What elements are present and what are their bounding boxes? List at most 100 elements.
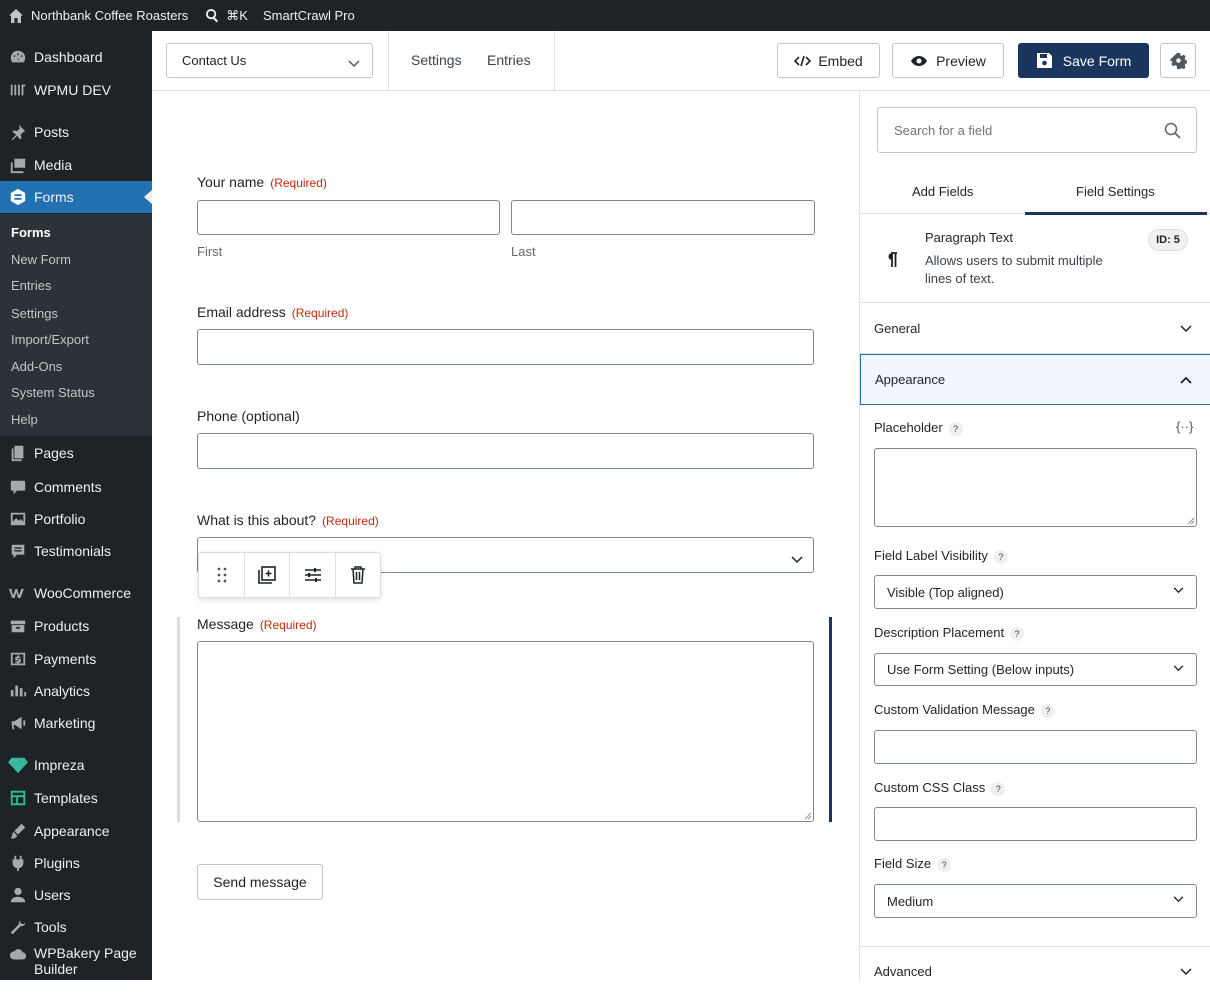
label-visibility-value: Visible (Top aligned): [887, 584, 1004, 600]
field-type-desc-line2: lines of text.: [925, 271, 995, 286]
first-name-input[interactable]: [197, 200, 500, 235]
send-message-label: Send message: [213, 874, 307, 890]
sidebar-item-templates[interactable]: Templates: [0, 782, 152, 814]
submenu-entries[interactable]: Entries: [11, 278, 51, 293]
sidebar-item-posts[interactable]: Posts: [0, 116, 152, 148]
search-icon[interactable]: [1164, 122, 1181, 139]
help-icon[interactable]: ?: [1010, 626, 1025, 641]
command-search[interactable]: ⌘K: [195, 0, 255, 31]
settings-gear-button[interactable]: [1160, 43, 1196, 78]
smartcrawl-menu[interactable]: SmartCrawl Pro: [255, 0, 362, 31]
templates-icon: [8, 788, 28, 808]
tab-field-settings[interactable]: Field Settings: [1076, 184, 1155, 199]
comments-icon: [8, 477, 28, 497]
validation-message-input[interactable]: [874, 730, 1197, 764]
sidebar-item-plugins[interactable]: Plugins: [0, 847, 152, 879]
submenu-help[interactable]: Help: [11, 412, 38, 427]
email-field-label: Email address (Required): [197, 304, 349, 320]
sidebar-item-label: Appearance: [34, 823, 110, 839]
analytics-icon: [8, 681, 28, 701]
sidebar-item-forms[interactable]: Forms: [0, 181, 152, 213]
sidebar-item-users[interactable]: Users: [0, 879, 152, 911]
email-input[interactable]: [197, 329, 814, 365]
field-search-box[interactable]: [877, 107, 1197, 153]
appearance-section-toggle[interactable]: Appearance: [860, 354, 1210, 405]
send-message-button[interactable]: Send message: [197, 864, 323, 900]
chevron-down-icon: [1173, 664, 1184, 672]
submenu-system-status[interactable]: System Status: [11, 385, 95, 400]
save-form-label: Save Form: [1062, 52, 1132, 69]
field-settings-button[interactable]: [290, 553, 336, 597]
delete-field-button[interactable]: [336, 553, 380, 597]
required-marker: (Required): [270, 176, 327, 190]
general-label: General: [874, 321, 921, 336]
sidebar-item-analytics[interactable]: Analytics: [0, 675, 152, 707]
sidebar-item-dashboard[interactable]: Dashboard: [0, 41, 152, 73]
placeholder-textarea[interactable]: [874, 448, 1197, 527]
plugins-icon: [8, 853, 28, 873]
sidebar-item-media[interactable]: Media: [0, 149, 152, 181]
resize-handle-icon: [804, 812, 812, 820]
sidebar-item-appearance[interactable]: Appearance: [0, 815, 152, 847]
sidebar-item-marketing[interactable]: Marketing: [0, 707, 152, 739]
submenu-new-form[interactable]: New Form: [11, 252, 71, 267]
sidebar-item-pages[interactable]: Pages: [0, 437, 152, 469]
field-type-desc-line1: Allows users to submit multiple: [925, 253, 1103, 268]
form-select[interactable]: Contact Us: [166, 43, 373, 78]
help-icon[interactable]: ?: [1040, 703, 1055, 718]
sidebar-item-payments[interactable]: Payments: [0, 643, 152, 675]
help-icon[interactable]: ?: [993, 549, 1008, 564]
submenu-settings[interactable]: Settings: [11, 306, 58, 321]
phone-input[interactable]: [197, 433, 814, 469]
sidebar-item-wpmudev[interactable]: WPMU DEV: [0, 74, 152, 106]
sidebar-item-tools[interactable]: Tools: [0, 911, 152, 943]
preview-button[interactable]: Preview: [892, 43, 1004, 78]
field-search-input[interactable]: [878, 108, 1158, 152]
message-textarea[interactable]: [197, 641, 814, 822]
forms-icon: [8, 187, 28, 207]
general-section-toggle[interactable]: General: [860, 304, 1210, 354]
tab-settings[interactable]: Settings: [411, 52, 462, 68]
help-icon[interactable]: ?: [948, 421, 963, 436]
sidebar-item-label: Impreza: [34, 757, 85, 773]
description-placement-select[interactable]: Use Form Setting (Below inputs): [874, 653, 1197, 686]
sidebar-item-wpbakery[interactable]: WPBakery Page Builder: [0, 945, 152, 985]
testimonials-icon: [8, 541, 28, 561]
help-icon[interactable]: ?: [937, 857, 952, 872]
sidebar-item-label: Payments: [34, 651, 97, 667]
submenu-add-ons[interactable]: Add-Ons: [11, 359, 62, 374]
sidebar-item-products[interactable]: Products: [0, 610, 152, 642]
shortcut-hint: ⌘K: [226, 7, 248, 23]
duplicate-field-button[interactable]: [245, 553, 290, 597]
form-select-value: Contact Us: [182, 53, 247, 68]
products-icon: [8, 616, 28, 636]
submenu-import-export[interactable]: Import/Export: [11, 332, 89, 347]
sidebar-item-portfolio[interactable]: Portfolio: [0, 503, 152, 535]
site-menu[interactable]: Northbank Coffee Roasters: [0, 0, 195, 31]
sidebar-item-comments[interactable]: Comments: [0, 471, 152, 503]
sidebar-item-impreza[interactable]: Impreza: [0, 749, 152, 781]
sidebar-item-woocommerce[interactable]: WooCommerce: [0, 577, 152, 609]
sidebar-item-testimonials[interactable]: Testimonials: [0, 535, 152, 567]
sidebar-item-label: Forms: [34, 189, 74, 205]
tab-add-fields[interactable]: Add Fields: [912, 184, 973, 199]
css-class-input[interactable]: [874, 807, 1197, 841]
submenu-forms[interactable]: Forms: [11, 225, 51, 240]
label-visibility-select[interactable]: Visible (Top aligned): [874, 575, 1197, 609]
appearance-icon: [8, 821, 28, 841]
sidebar-item-label: Users: [34, 887, 71, 903]
sidebar-item-label: Pages: [34, 445, 74, 461]
gear-icon: [1169, 52, 1187, 69]
embed-button[interactable]: Embed: [777, 43, 880, 78]
help-icon[interactable]: ?: [991, 781, 1006, 796]
field-size-select[interactable]: Medium: [874, 884, 1197, 918]
merge-tag-button[interactable]: {··}: [1176, 419, 1193, 434]
save-form-button[interactable]: Save Form: [1018, 43, 1149, 78]
advanced-section-toggle[interactable]: Advanced: [860, 946, 1210, 996]
code-icon: [794, 55, 812, 67]
drag-handle[interactable]: [199, 553, 245, 597]
marketing-icon: [8, 713, 28, 733]
tab-entries[interactable]: Entries: [487, 52, 531, 68]
last-name-input[interactable]: [511, 200, 815, 235]
validation-message-label: Custom Validation Message?: [874, 702, 1055, 718]
